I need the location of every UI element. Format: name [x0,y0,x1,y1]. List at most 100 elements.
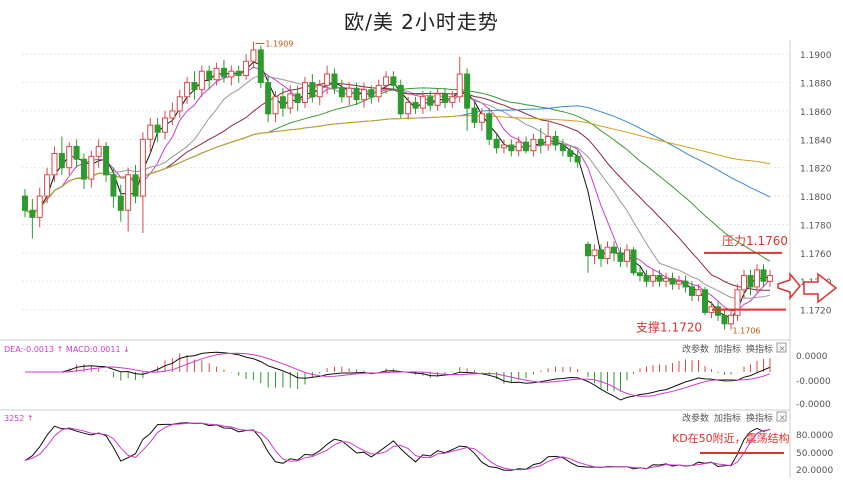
macd-y-tick-label: -0.0000 [796,377,831,387]
kd-d-line [24,422,771,471]
candle-up [346,87,353,98]
candle-down [598,249,604,260]
candle-down [559,144,566,152]
candle-down [637,272,643,277]
candle-down [58,153,65,169]
candle-down [206,70,213,81]
macd-dif-line [25,351,771,401]
candle-down [353,87,360,101]
candle-up [272,96,279,115]
candle-down [412,101,419,109]
candle-up [434,93,441,106]
y-axis-layer: 1.1900 1.1880 1.1860 1.1840 1.1820 1.1800 1.17… [800,51,832,316]
candle-up [162,117,168,133]
candle-up [767,275,773,282]
candle-up [324,73,331,86]
candle-up [754,269,760,288]
candle-down [630,249,637,274]
candle-up [741,275,747,291]
kd-k-line [24,422,771,471]
price-y-tick-label: 1.1900 [800,51,832,61]
resistance-label: 压力1.1760 [722,234,788,248]
candle-down [486,113,493,140]
ma-blue-line [24,105,771,215]
macd-y-tick-label: 0.0000 [796,352,828,362]
candle-up [530,138,537,152]
candle-down [279,96,286,109]
candle-down [22,195,28,211]
candle-down [103,145,110,176]
candle-down [427,96,434,106]
macd-toolbar-item: 换指标 [746,343,773,355]
macd-legend: DEA:-0.0013 ↑ MACD:0.0011 ↓ [4,345,130,354]
candle-down [132,174,139,197]
price-y-tick-label: 1.1880 [800,80,832,90]
candle-up [287,93,294,109]
candle-up [405,101,412,115]
candle-up [36,195,43,218]
candle-down [338,87,345,98]
candle-down [331,73,338,89]
candle-down [154,124,161,133]
candle-up [676,280,682,285]
max-price-label: 1.1909 [265,39,293,48]
candle-up [198,70,205,91]
candle-up [591,249,598,257]
support-label: 支撑1.1720 [636,320,702,335]
kd-y-tick-label: 50.0000 [796,449,833,459]
candle-down [493,138,500,149]
candle-up [728,314,734,325]
macd-dea-line [25,352,771,397]
candle-down [220,67,227,78]
candle-up [147,124,154,140]
candle-up [545,135,552,146]
candle-down [721,314,728,325]
candle-down [611,246,617,254]
candle-up [456,73,463,98]
candle-up [88,155,95,180]
candle-up [176,96,183,112]
candle-down [235,70,242,76]
candle-down [656,275,663,282]
candle-down [669,277,676,285]
candle-down [368,89,375,98]
direction-arrow-icon [777,271,801,301]
chart-svg: 1.1900 1.1880 1.1860 1.1840 1.1820 1.1800 1.17… [0,39,838,478]
kd-toolbar-item: 换指标 [746,412,773,424]
candle-up [139,138,146,197]
candle-down [617,252,624,262]
candle-down [689,286,695,296]
kd-close-icon-glyph: × [779,413,786,422]
price-y-tick-label: 1.1720 [800,307,832,317]
candle-up [734,289,741,316]
candle-down [442,93,448,103]
candle-down [257,49,264,84]
candle-up [228,70,235,78]
candle-down [397,84,404,115]
candle-down [294,93,301,103]
kd-legend: 3252 ↑ [4,414,34,423]
candle-up [213,67,220,81]
candle-down [309,82,316,98]
candle-up [302,82,308,103]
candle-down [682,280,689,288]
candle-down [523,141,530,152]
kd-y-tick-label: 80.0000 [796,431,833,441]
macd-close-icon-glyph: × [779,344,786,353]
candle-down [80,158,87,180]
candle-up [663,277,669,282]
candle-up [515,141,522,152]
candle-down [760,269,767,282]
candle-up [500,144,507,149]
candle-up [243,60,250,76]
candle-down [567,150,574,157]
candle-down [747,275,754,288]
candle-up [478,113,485,123]
candle-up [66,145,73,169]
candle-up [449,96,456,103]
candle-down [537,138,544,146]
macd-toolbar-item: 加指标 [714,343,741,355]
price-y-tick-label: 1.1800 [800,193,832,203]
kd-toolbar-item: 改参数 [682,412,709,424]
macd-toolbar-item: 改参数 [682,343,709,355]
